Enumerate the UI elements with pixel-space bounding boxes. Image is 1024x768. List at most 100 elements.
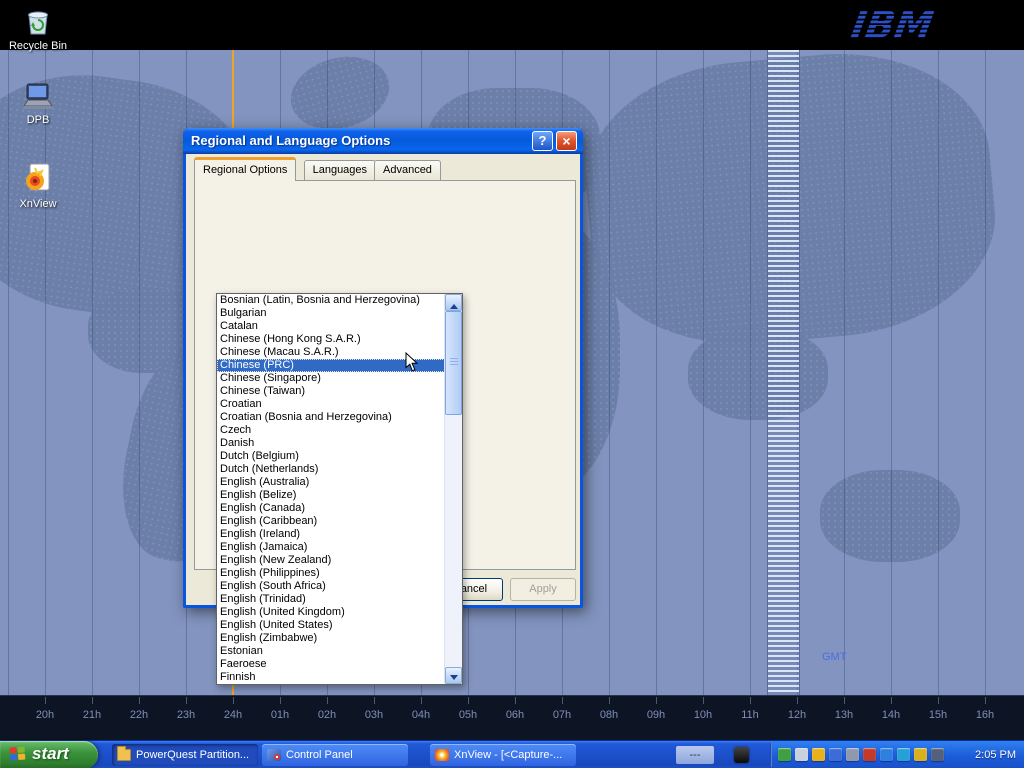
language-option[interactable]: Croatian — [217, 398, 445, 411]
language-option[interactable]: Estonian — [217, 645, 445, 658]
language-option[interactable]: English (Canada) — [217, 502, 445, 515]
desktop-icon-xnview[interactable]: XnView — [2, 160, 74, 210]
scroll-down-icon[interactable] — [445, 667, 462, 684]
quick-launch-icon[interactable] — [734, 747, 749, 763]
volume-icon[interactable] — [795, 748, 808, 761]
dialog-title: Regional and Language Options — [191, 128, 390, 154]
toolbar-separator[interactable]: --- — [676, 746, 714, 764]
timezone-tick — [421, 697, 422, 704]
timezone-tick — [327, 697, 328, 704]
desktop-icon-label: XnView — [19, 198, 56, 210]
timezone-label: 24h — [219, 709, 247, 721]
language-option[interactable]: Bulgarian — [217, 307, 445, 320]
language-option[interactable]: Dutch (Netherlands) — [217, 463, 445, 476]
timezone-label: 15h — [924, 709, 952, 721]
timezone-tick — [186, 697, 187, 704]
timezone-label: 01h — [266, 709, 294, 721]
task-button-xnview[interactable]: XnView - [<Capture-... — [430, 744, 576, 766]
language-option[interactable]: Czech — [217, 424, 445, 437]
display-icon[interactable] — [846, 748, 859, 761]
tab-languages[interactable]: Languages — [304, 160, 376, 180]
language-option[interactable]: Danish — [217, 437, 445, 450]
timezone-tick — [844, 697, 845, 704]
timezone-tick — [280, 697, 281, 704]
windows-flag-icon — [9, 746, 26, 762]
taskbar-clock[interactable]: 2:05 PM — [975, 741, 1016, 768]
language-option[interactable]: English (Philippines) — [217, 567, 445, 580]
language-option[interactable]: Chinese (Taiwan) — [217, 385, 445, 398]
timezone-tick — [515, 697, 516, 704]
language-option[interactable]: English (South Africa) — [217, 580, 445, 593]
language-option[interactable]: English (New Zealand) — [217, 554, 445, 567]
scroll-up-icon[interactable] — [445, 294, 462, 311]
timezone-label: 06h — [501, 709, 529, 721]
timezone-tick — [891, 697, 892, 704]
language-option[interactable]: English (United Kingdom) — [217, 606, 445, 619]
help-button[interactable]: ? — [532, 131, 553, 151]
timezone-tick — [609, 697, 610, 704]
timezone-label: 20h — [31, 709, 59, 721]
language-option[interactable]: Catalan — [217, 320, 445, 333]
dropdown-scrollbar[interactable] — [444, 294, 462, 684]
device-icon[interactable] — [931, 748, 944, 761]
desktop: GMT 20h21h22h23h24h01h02h03h04h05h06h07h… — [0, 0, 1024, 768]
messenger-icon[interactable] — [897, 748, 910, 761]
language-option[interactable]: English (Caribbean) — [217, 515, 445, 528]
timezone-label: 02h — [313, 709, 341, 721]
start-button[interactable]: start — [0, 741, 98, 768]
language-option[interactable]: English (Jamaica) — [217, 541, 445, 554]
task-button-powerquest[interactable]: PowerQuest Partition... — [112, 744, 258, 766]
task-button-label: Control Panel — [286, 749, 353, 761]
antivirus-icon[interactable] — [863, 748, 876, 761]
control-panel-icon — [267, 749, 281, 761]
mouse-cursor — [405, 352, 419, 373]
recycle-bin-icon — [22, 4, 54, 38]
language-option[interactable]: English (Australia) — [217, 476, 445, 489]
laptop-icon — [20, 82, 56, 112]
timezone-tick — [374, 697, 375, 704]
language-option[interactable]: English (Ireland) — [217, 528, 445, 541]
desktop-icon-dpb[interactable]: DPB — [2, 82, 74, 126]
folder-icon — [117, 749, 131, 761]
timezone-label: 12h — [783, 709, 811, 721]
timezone-label: 07h — [548, 709, 576, 721]
tab-regional-options[interactable]: Regional Options — [194, 157, 296, 181]
language-option[interactable]: Finnish — [217, 671, 445, 684]
language-option[interactable]: English (Zimbabwe) — [217, 632, 445, 645]
timezone-tick — [938, 697, 939, 704]
security-shield-icon[interactable] — [812, 748, 825, 761]
scrollbar-thumb[interactable] — [445, 311, 462, 415]
network-icon[interactable] — [829, 748, 842, 761]
language-option[interactable]: Chinese (Hong Kong S.A.R.) — [217, 333, 445, 346]
timezone-tick — [562, 697, 563, 704]
language-option[interactable]: English (United States) — [217, 619, 445, 632]
language-option[interactable]: Chinese (Singapore) — [217, 372, 445, 385]
language-option[interactable]: Faeroese — [217, 658, 445, 671]
taskbar: start PowerQuest Partition... Control Pa… — [0, 740, 1024, 768]
xnview-icon — [435, 749, 449, 761]
timezone-tick — [797, 697, 798, 704]
close-button[interactable]: × — [556, 131, 577, 151]
language-option[interactable]: English (Trinidad) — [217, 593, 445, 606]
task-button-control-panel[interactable]: Control Panel — [262, 744, 408, 766]
status-green-icon[interactable] — [778, 748, 791, 761]
language-option[interactable]: Croatian (Bosnia and Herzegovina) — [217, 411, 445, 424]
timezone-label: 13h — [830, 709, 858, 721]
apply-button: Apply — [510, 578, 576, 601]
desktop-icon-recycle-bin[interactable]: Recycle Bin — [2, 4, 74, 52]
tab-advanced[interactable]: Advanced — [374, 160, 441, 180]
timezone-label: 10h — [689, 709, 717, 721]
task-button-label: XnView - [<Capture-... — [454, 749, 562, 761]
language-option[interactable]: Dutch (Belgium) — [217, 450, 445, 463]
svg-text:IBM: IBM — [848, 3, 937, 48]
date-line-hatch — [767, 50, 800, 695]
timezone-hour-band: 20h21h22h23h24h01h02h03h04h05h06h07h08h0… — [0, 695, 1024, 741]
update-icon[interactable] — [914, 748, 927, 761]
timezone-label: 05h — [454, 709, 482, 721]
timezone-tick — [750, 697, 751, 704]
scheduler-icon[interactable] — [880, 748, 893, 761]
language-option[interactable]: Bosnian (Latin, Bosnia and Herzegovina) — [217, 294, 445, 307]
language-option[interactable]: English (Belize) — [217, 489, 445, 502]
timezone-label: 22h — [125, 709, 153, 721]
dialog-titlebar[interactable]: Regional and Language Options ? × — [183, 128, 583, 154]
